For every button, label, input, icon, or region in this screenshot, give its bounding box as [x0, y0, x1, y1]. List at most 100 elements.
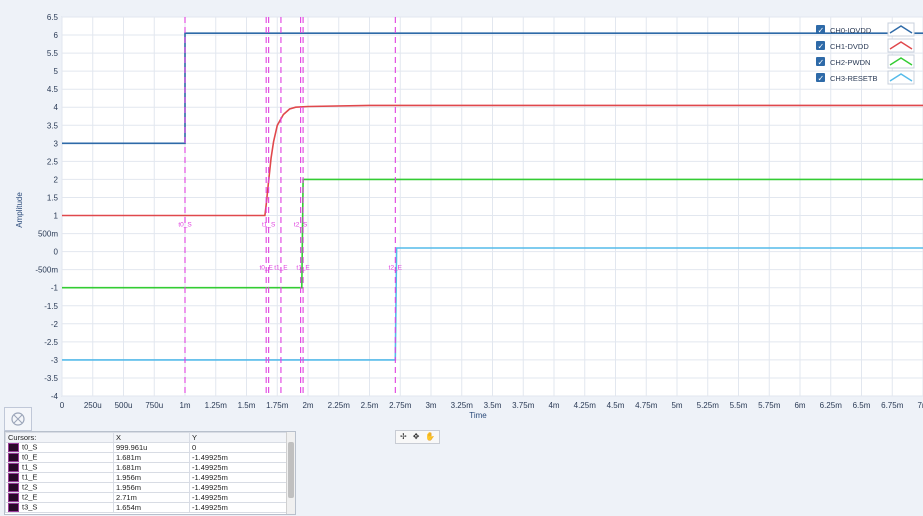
cursor-name-cell: t0_S	[5, 442, 114, 453]
cursor-swatch-icon	[8, 463, 19, 472]
cursor-header-cursors: Cursors:	[5, 432, 114, 443]
legend-swatch-box	[887, 70, 915, 85]
x-tick-label: 4m	[548, 401, 559, 410]
legend-check-icon: ✓	[818, 42, 825, 51]
x-tick-label: 500u	[115, 401, 133, 410]
cursor-panel: Cursors: X Y t0_S 999.961u 0 t0_E 1.681m…	[4, 431, 296, 515]
cursor-panel-scrollbar[interactable]	[286, 432, 295, 514]
y-tick-label: -3.5	[44, 374, 58, 383]
cursor-x-cell: 1.681m	[113, 462, 190, 473]
table-row[interactable]: t2_S 1.956m -1.49925m	[5, 482, 288, 493]
cursor-label: t1_S	[262, 221, 276, 228]
cursor-label: t0_E	[259, 265, 273, 272]
x-tick-label: 5m	[671, 401, 682, 410]
x-tick-label: 2.75m	[389, 401, 412, 410]
cursor-swatch-icon	[8, 443, 19, 452]
x-tick-label: 2.25m	[328, 401, 351, 410]
scrollbar-thumb[interactable]	[288, 442, 294, 498]
cursor-x-cell: 1.654m	[113, 502, 190, 513]
x-tick-label: 5.25m	[697, 401, 720, 410]
y-tick-label: -1	[51, 284, 59, 293]
cursor-label: t1_E	[296, 265, 310, 272]
y-tick-label: 1.5	[47, 193, 59, 202]
oscilloscope-chart[interactable]: 6.5 6 5.5 5 4.5 4 3.5 3 2.5 2 1.5 1 500m 0 -500m -1 -1.5…	[0, 0, 923, 430]
cursor-label: t2_E	[389, 265, 403, 272]
zoom-control-icon[interactable]	[4, 407, 32, 431]
cursor-name-cell: t0_E	[5, 452, 114, 463]
x-tick-label: 750u	[145, 401, 163, 410]
cursor-table: Cursors: X Y t0_S 999.961u 0 t0_E 1.681m…	[5, 432, 288, 513]
legend-label: CH1-DVDD	[830, 42, 869, 51]
cursor-y-cell: -1.49925m	[189, 502, 288, 513]
cursor-swatch-icon	[8, 473, 19, 482]
x-tick-label: 6.25m	[820, 401, 843, 410]
cursor-y-cell: -1.49925m	[189, 462, 288, 473]
y-tick-label: 5	[54, 67, 59, 76]
x-tick-label: 6m	[794, 401, 805, 410]
cursor-name-cell: t2_E	[5, 492, 114, 503]
table-row[interactable]: t1_S 1.681m -1.49925m	[5, 462, 288, 473]
cursor-x-cell: 999.961u	[113, 442, 190, 453]
table-row[interactable]: t3_S 1.654m -1.49925m	[5, 502, 288, 513]
cursor-name-cell: t2_S	[5, 482, 114, 493]
cursor-swatch-icon	[8, 493, 19, 502]
cursor-label: t0_S	[178, 221, 192, 228]
y-tick-label: -2.5	[44, 338, 58, 347]
y-tick-label: 2	[54, 175, 59, 184]
cursor-label: t2_S	[294, 221, 308, 228]
y-tick-label: 500m	[38, 230, 58, 239]
y-axis-title: Amplitude	[15, 192, 24, 228]
x-tick-label: 6.5m	[853, 401, 871, 410]
table-row[interactable]: t1_E 1.956m -1.49925m	[5, 472, 288, 483]
chart-toolbar: ✢ ✥ ✋	[395, 430, 441, 444]
x-tick-label: 6.75m	[881, 401, 904, 410]
cursor-swatch-icon	[8, 503, 19, 512]
y-tick-label: 4.5	[47, 85, 59, 94]
y-tick-label: -3	[51, 356, 59, 365]
x-tick-label: 4.25m	[574, 401, 597, 410]
y-tick-label: -1.5	[44, 302, 58, 311]
x-axis-ticks: 0 250u 500u 750u 1m 1.25m 1.5m 1.75m 2m 2.25m 2.5m…	[60, 401, 923, 410]
cursor-x-cell: 1.956m	[113, 482, 190, 493]
legend-label: CH0-IOVDD	[830, 26, 872, 35]
legend-swatch-box	[887, 54, 915, 69]
cursor-name-cell: t3_S	[5, 502, 114, 513]
y-tick-label: 4	[54, 103, 59, 112]
x-tick-label: 3m	[425, 401, 436, 410]
cursor-header-y: Y	[189, 432, 288, 443]
y-tick-label: 2.5	[47, 157, 59, 166]
cursor-x-cell: 2.71m	[113, 492, 190, 503]
legend-check-icon: ✓	[818, 74, 825, 83]
x-tick-label: 0	[60, 401, 65, 410]
cursor-table-header: Cursors: X Y	[5, 432, 288, 443]
zoom-tool-icon[interactable]: ✥	[413, 431, 420, 443]
hand-tool-icon[interactable]: ✋	[425, 431, 435, 443]
table-row[interactable]: t2_E 2.71m -1.49925m	[5, 492, 288, 503]
cursor-x-cell: 1.681m	[113, 452, 190, 463]
x-tick-label: 1.25m	[205, 401, 228, 410]
y-tick-label: 0	[54, 248, 59, 257]
table-row[interactable]: t0_E 1.681m -1.49925m	[5, 452, 288, 463]
x-axis-title: Time	[469, 411, 487, 420]
y-tick-label: 3	[54, 139, 59, 148]
x-tick-label: 1m	[179, 401, 190, 410]
x-tick-label: 3.25m	[451, 401, 474, 410]
cursor-y-cell: -1.49925m	[189, 452, 288, 463]
cursor-swatch-icon	[8, 483, 19, 492]
legend-label: CH3-RESETB	[830, 74, 878, 83]
cursor-x-cell: 1.956m	[113, 472, 190, 483]
x-tick-label: 2.5m	[361, 401, 379, 410]
table-row[interactable]: t0_S 999.961u 0	[5, 442, 288, 453]
x-tick-label: 4.75m	[635, 401, 658, 410]
legend-label: CH2-PWDN	[830, 58, 870, 67]
x-tick-label: 2m	[302, 401, 313, 410]
y-tick-label: 5.5	[47, 49, 59, 58]
legend-swatch-box	[887, 38, 915, 53]
cursor-y-cell: -1.49925m	[189, 472, 288, 483]
y-tick-label: 6.5	[47, 13, 59, 22]
pan-tool-icon[interactable]: ✢	[400, 431, 407, 443]
x-tick-label: 1.75m	[266, 401, 289, 410]
legend-check-icon: ✓	[818, 58, 825, 67]
x-tick-label: 250u	[84, 401, 102, 410]
cursor-name-cell: t1_E	[5, 472, 114, 483]
